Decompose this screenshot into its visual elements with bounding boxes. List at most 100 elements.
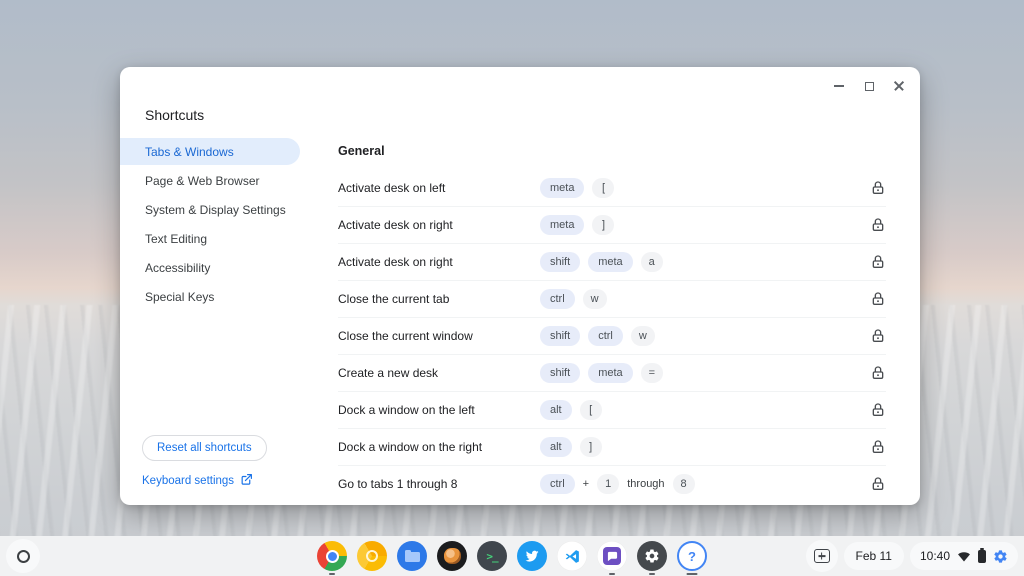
shortcut-keys: ctrl w [540, 289, 870, 309]
reset-all-shortcuts-button[interactable]: Reset all shortcuts [142, 435, 267, 461]
key-separator-text: through [627, 478, 665, 490]
dark-orange-app-icon [437, 541, 467, 571]
keyboard-settings-label: Keyboard settings [142, 475, 235, 487]
external-link-icon [240, 473, 253, 489]
shelf-app-explore[interactable]: ? [677, 536, 707, 576]
sidebar-nav: Tabs & Windows Page & Web Browser System &… [120, 138, 338, 310]
lock-icon [870, 476, 886, 492]
shortcut-keys: meta] [540, 215, 870, 235]
shelf-apps: >_? [317, 536, 707, 576]
shortcut-row[interactable]: Dock a window on the left alt [ [338, 391, 886, 428]
sidebar-item-special-keys[interactable]: Special Keys [120, 283, 300, 310]
shortcut-description: Dock a window on the right [338, 440, 483, 454]
shelf-app-settings[interactable] [637, 536, 667, 576]
status-area-button[interactable]: 10:40 [909, 542, 1018, 570]
shortcuts-window: Shortcuts Tabs & Windows Page & Web Brows… [120, 67, 920, 505]
lock-icon [870, 217, 886, 233]
chrome-canary-icon [357, 541, 387, 571]
update-gear-icon [993, 549, 1008, 564]
shortcut-row[interactable]: Activate desk on right meta] [338, 206, 886, 243]
key-pill: ctrl [540, 289, 575, 309]
key-pill: 8 [672, 474, 695, 494]
key-pill: ctrl [588, 326, 623, 346]
shortcut-row[interactable]: Close the current window shift ctrl w [338, 317, 886, 354]
clock: 10:40 [919, 549, 950, 563]
shortcut-description: Activate desk on right [338, 218, 453, 232]
keyboard-settings-link[interactable]: Keyboard settings [142, 473, 253, 489]
shortcut-keys: alt [ [540, 400, 870, 420]
shortcut-description: Close the current window [338, 329, 473, 343]
lock-icon [870, 439, 886, 455]
sidebar-item-label: Special Keys [145, 289, 215, 304]
shortcut-row[interactable]: Create a new desk shift meta = [338, 354, 886, 391]
shortcut-description: Create a new desk [338, 366, 439, 380]
shortcut-row[interactable]: Close the current tab ctrl w [338, 280, 886, 317]
shortcut-list-panel: General Activate desk on left meta [ Acti… [338, 67, 920, 505]
key-separator-text: + [582, 478, 590, 490]
shelf-app-chat[interactable] [597, 536, 627, 576]
running-indicator [686, 572, 698, 575]
twitter-bird-icon [517, 541, 547, 571]
wifi-icon [957, 549, 971, 563]
key-pill: shift [540, 363, 581, 383]
battery-icon [978, 547, 986, 563]
section-title: General [338, 144, 385, 158]
shelf-app-vscode[interactable] [557, 536, 587, 576]
launcher-icon [16, 549, 30, 563]
shortcut-description: Dock a window on the left [338, 403, 475, 417]
lock-icon [870, 365, 886, 381]
shelf-app-terminal[interactable]: >_ [477, 536, 507, 576]
lock-icon [870, 180, 886, 196]
shortcut-row[interactable]: Dock a window on the right alt] [338, 428, 886, 465]
key-pill: shift [540, 326, 581, 346]
key-pill: alt [540, 437, 572, 457]
key-pill: meta [588, 363, 633, 383]
sidebar-item-text-editing[interactable]: Text Editing [120, 225, 300, 252]
minimize-icon [834, 85, 844, 87]
sidebar-item-label: Page & Web Browser [145, 173, 260, 188]
terminal-icon: >_ [477, 541, 507, 571]
running-indicator [609, 572, 615, 575]
key-pill: = [640, 363, 664, 383]
settings-gear-icon [637, 541, 667, 571]
shortcut-keys: meta [ [540, 177, 870, 198]
shortcut-description: Go to tabs 1 through 8 [338, 477, 458, 491]
shelf-app-chrome[interactable] [317, 536, 347, 576]
maximize-icon [864, 81, 874, 91]
shortcut-keys: ctrl +1 through 8 [540, 474, 870, 494]
shortcut-row[interactable]: Activate desk on right shift meta a [338, 243, 886, 280]
shortcut-keys: shift ctrl w [540, 326, 870, 346]
date-button[interactable]: Feb 11 [843, 542, 904, 570]
window-controls [828, 75, 910, 97]
running-indicator [329, 572, 335, 575]
shortcut-keys: shift meta a [540, 252, 870, 272]
desktop-background: Shortcuts Tabs & Windows Page & Web Brows… [0, 0, 1024, 576]
key-pill: a [640, 252, 663, 272]
screen-capture-button[interactable] [805, 540, 838, 572]
chrome-icon [317, 541, 347, 571]
shelf-app-chrome-canary[interactable] [357, 536, 387, 576]
system-tray: Feb 11 10:40 [805, 539, 1018, 573]
shortcut-row[interactable]: Go to tabs 1 through 8 ctrl +1 through 8 [338, 465, 886, 502]
shortcut-description: Activate desk on left [338, 180, 446, 195]
sidebar-item-page-web-browser[interactable]: Page & Web Browser [120, 167, 300, 194]
shelf-app-game[interactable] [437, 536, 467, 576]
shortcut-row[interactable]: Activate desk on left meta [ [338, 169, 886, 206]
shelf-app-files[interactable] [397, 536, 427, 576]
shelf-app-twitter[interactable] [517, 536, 547, 576]
key-pill: shift [540, 252, 581, 272]
shortcut-keys: alt] [540, 437, 870, 457]
sidebar-item-tabs-windows[interactable]: Tabs & Windows [120, 138, 300, 165]
key-pill: ] [592, 215, 615, 235]
sidebar-footer: Reset all shortcuts Keyboard settings [120, 435, 338, 505]
sidebar-item-accessibility[interactable]: Accessibility [120, 254, 300, 281]
minimize-button[interactable] [828, 75, 850, 97]
close-button[interactable] [888, 75, 910, 97]
maximize-button[interactable] [858, 75, 880, 97]
key-pill: w [582, 289, 607, 309]
sidebar-item-system-display-settings[interactable]: System & Display Settings [120, 196, 300, 223]
shortcut-description: Activate desk on right [338, 255, 453, 269]
launcher-button[interactable] [6, 539, 40, 573]
shortcut-rows: Activate desk on left meta [ Activate des… [338, 169, 886, 502]
key-pill: ctrl [540, 474, 575, 494]
